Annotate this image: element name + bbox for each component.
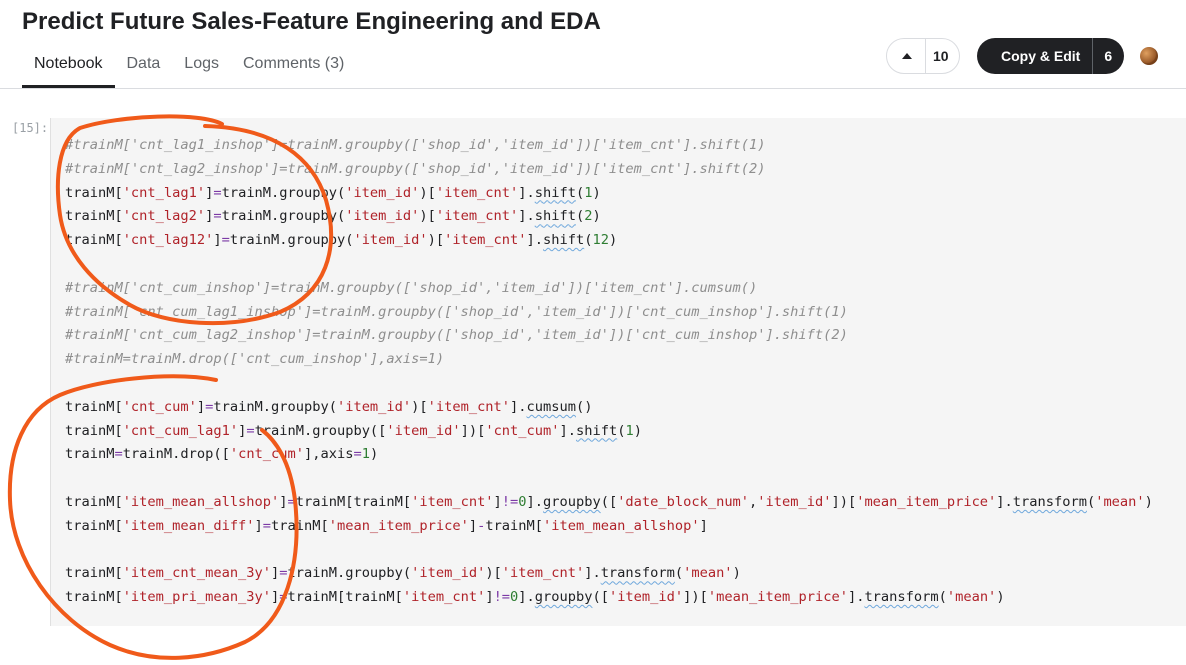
code-line: trainM['cnt_cum_lag1']=trainM.groupby(['… xyxy=(65,422,642,439)
tabs-divider xyxy=(0,88,1186,89)
code-line: #trainM['cnt_cum_inshop']=trainM.groupby… xyxy=(65,279,758,296)
avatar[interactable] xyxy=(1140,47,1158,65)
code-line: trainM['cnt_lag1']=trainM.groupby('item_… xyxy=(65,184,601,201)
upvote-divider xyxy=(925,38,926,74)
tab-data[interactable]: Data xyxy=(115,50,173,88)
code-cell[interactable]: #trainM['cnt_lag1_inshop']=trainM.groupb… xyxy=(50,118,1186,626)
tab-notebook[interactable]: Notebook xyxy=(22,50,115,88)
upvote-button[interactable]: 10 xyxy=(886,38,960,74)
code-line: trainM=trainM.drop(['cnt_cum'],axis=1) xyxy=(65,446,379,463)
copy-edit-divider xyxy=(1092,38,1094,74)
upvote-arrow-icon xyxy=(902,53,912,59)
code-block: #trainM['cnt_lag1_inshop']=trainM.groupb… xyxy=(65,134,1153,610)
code-line: trainM['item_pri_mean_3y']=trainM[trainM… xyxy=(65,589,1005,606)
notebook-tabs: Notebook Data Logs Comments (3) xyxy=(22,50,356,88)
tab-logs[interactable]: Logs xyxy=(172,50,231,88)
code-line: trainM['cnt_lag12']=trainM.groupby('item… xyxy=(65,232,618,249)
copy-edit-label: Copy & Edit xyxy=(1001,48,1081,64)
code-line: #trainM['cnt_lag1_inshop']=trainM.groupb… xyxy=(65,137,766,153)
code-line: #trainM['cnt_cum_lag1_inshop']=trainM.gr… xyxy=(65,303,848,320)
code-line: trainM['item_mean_allshop']=trainM[train… xyxy=(65,493,1153,510)
copy-count: 6 xyxy=(1104,48,1113,64)
upvote-count: 10 xyxy=(933,48,949,64)
copy-edit-button[interactable]: Copy & Edit 6 xyxy=(977,38,1124,74)
code-line: trainM['item_cnt_mean_3y']=trainM.groupb… xyxy=(65,565,741,582)
code-line: #trainM['cnt_lag2_inshop']=trainM.groupb… xyxy=(65,160,766,177)
code-line: trainM['cnt_cum']=trainM.groupby('item_i… xyxy=(65,398,593,415)
tab-comments[interactable]: Comments (3) xyxy=(231,50,356,88)
code-line: #trainM['cnt_cum_lag2_inshop']=trainM.gr… xyxy=(65,327,848,344)
code-line: trainM['cnt_lag2']=trainM.groupby('item_… xyxy=(65,208,601,225)
code-line: #trainM=trainM.drop(['cnt_cum_inshop'],a… xyxy=(65,351,445,368)
execution-count: [15]: xyxy=(12,121,49,135)
code-line: trainM['item_mean_diff']=trainM['mean_it… xyxy=(65,517,708,534)
notebook-title: Predict Future Sales-Feature Engineering… xyxy=(22,8,601,35)
